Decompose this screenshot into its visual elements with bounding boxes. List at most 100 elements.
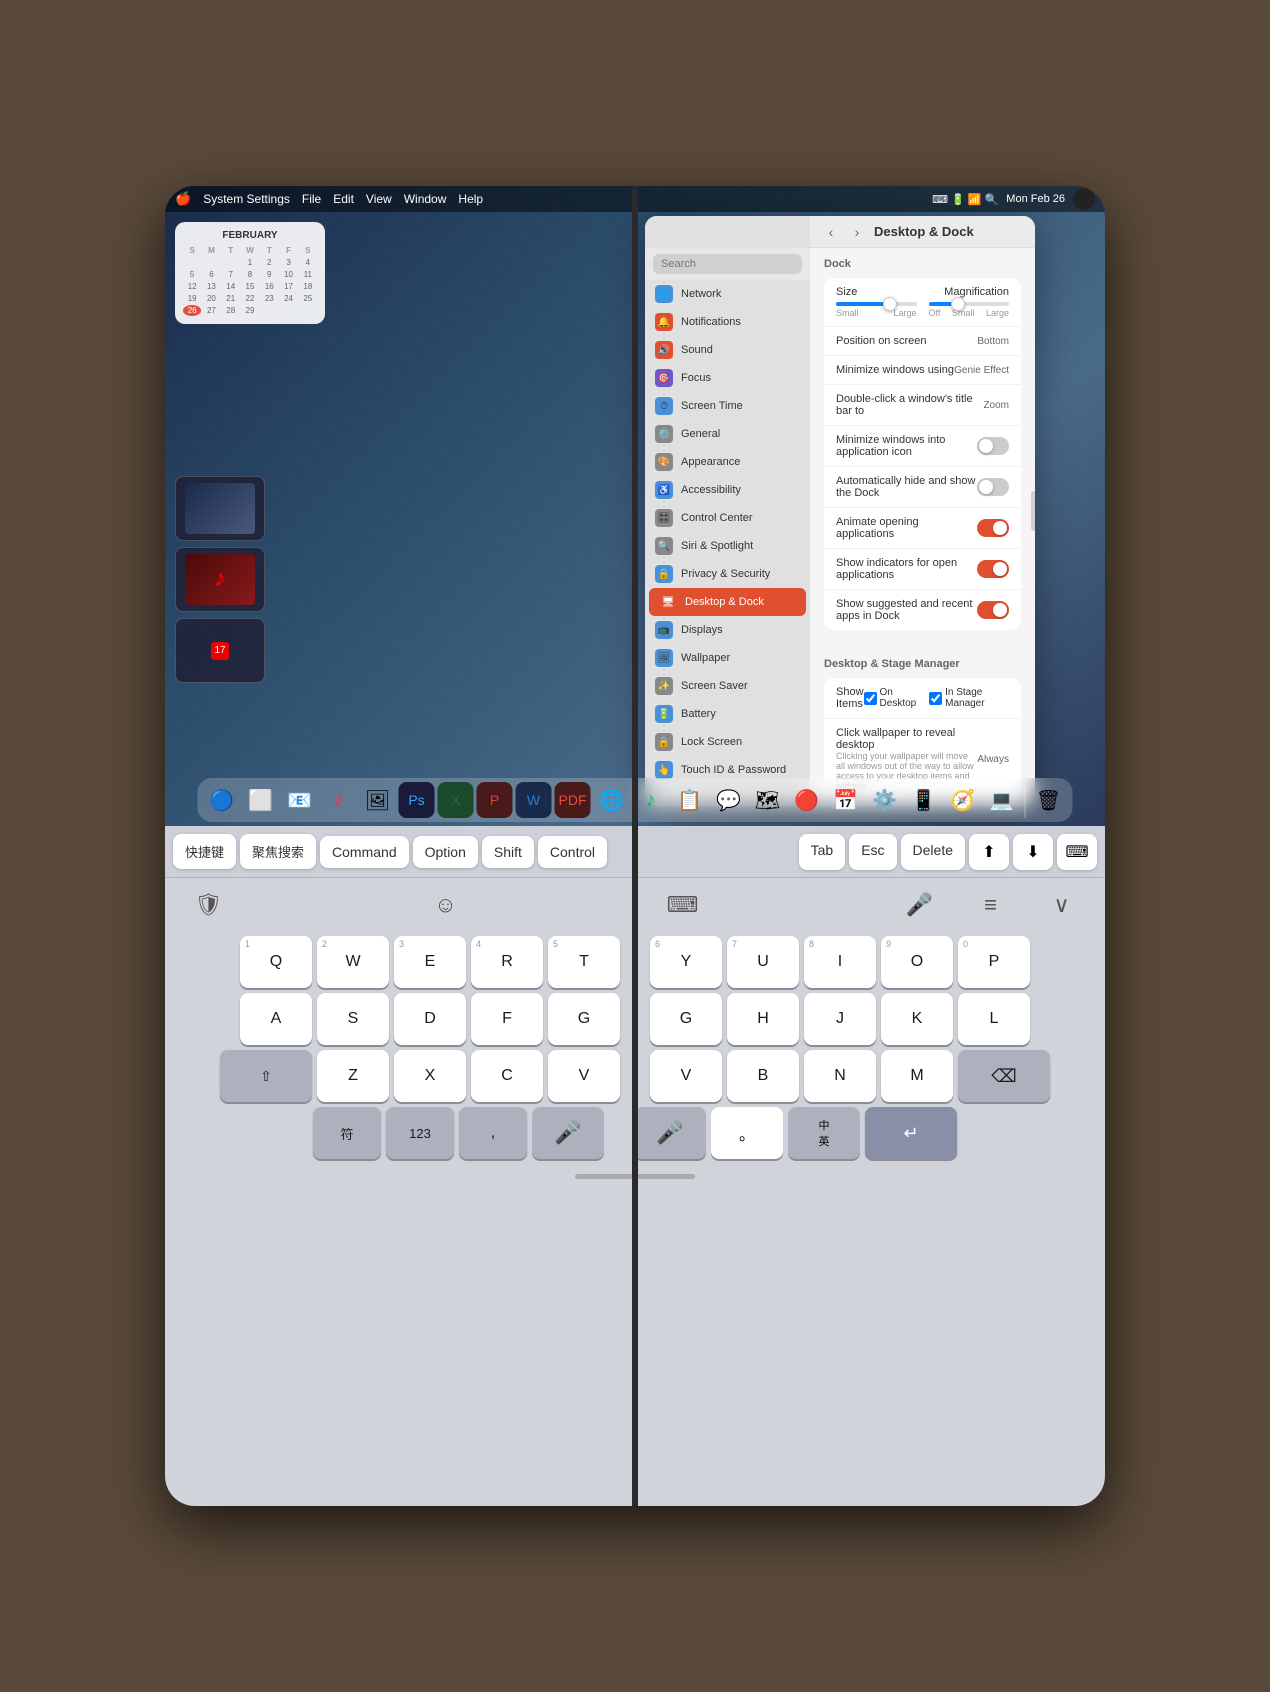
sidebar-item-screensaver[interactable]: ✨ Screen Saver — [645, 672, 810, 700]
mic-func-key[interactable]: 🎤 — [892, 882, 947, 928]
key-l[interactable]: L — [958, 993, 1030, 1045]
key-j[interactable]: J — [804, 993, 876, 1045]
toolbar-delete[interactable]: Delete — [901, 834, 965, 870]
dock-appstore[interactable]: 📱 — [906, 782, 942, 818]
menubar-edit[interactable]: Edit — [333, 192, 354, 206]
sidebar-item-notifications[interactable]: 🔔 Notifications — [645, 308, 810, 336]
dock-pdf[interactable]: PDF — [555, 782, 591, 818]
clickwallpaper-value[interactable]: Always — [977, 754, 1009, 765]
dock-music[interactable]: ♪ — [321, 782, 357, 818]
sidebar-item-battery[interactable]: 🔋 Battery — [645, 700, 810, 728]
key-f[interactable]: F — [471, 993, 543, 1045]
doubleclick-row[interactable]: Double-click a window's title bar to Zoo… — [824, 385, 1021, 426]
ondesktop-checkbox-label[interactable]: On Desktop — [864, 687, 922, 709]
key-u[interactable]: 7U — [727, 936, 799, 988]
toolbar-down-arrow[interactable]: ⬇ — [1013, 834, 1053, 870]
toolbar-command[interactable]: Command — [320, 836, 409, 868]
ondesktop-checkbox[interactable] — [864, 692, 877, 705]
dock-finder[interactable]: 🔵 — [204, 782, 240, 818]
dock-launchpad[interactable]: ⬜ — [243, 782, 279, 818]
key-mic-left[interactable]: 🎤 — [532, 1107, 604, 1159]
key-z[interactable]: Z — [317, 1050, 389, 1102]
dock-trash[interactable]: 🗑 — [1031, 782, 1067, 818]
apple-menu[interactable]: 🍎 — [175, 191, 191, 207]
key-q[interactable]: 1Q — [240, 936, 312, 988]
sidebar-item-general[interactable]: ⚙️ General — [645, 420, 810, 448]
dock-notes2[interactable]: 💻 — [984, 782, 1020, 818]
mag-slider-track[interactable] — [929, 302, 1010, 306]
size-slider-thumb[interactable] — [883, 297, 897, 311]
key-h[interactable]: H — [727, 993, 799, 1045]
key-g2[interactable]: G — [650, 993, 722, 1045]
dock-wechat[interactable]: 💬 — [711, 782, 747, 818]
key-shift[interactable]: ⇧ — [220, 1050, 312, 1102]
key-d[interactable]: D — [394, 993, 466, 1045]
sidebar-item-wallpaper[interactable]: 🖼 Wallpaper — [645, 644, 810, 672]
toolbar-option[interactable]: Option — [413, 836, 478, 868]
dock-word[interactable]: W — [516, 782, 552, 818]
key-i[interactable]: 8I — [804, 936, 876, 988]
dock-excel[interactable]: X — [438, 782, 474, 818]
dock-safari[interactable]: 🧭 — [945, 782, 981, 818]
sidebar-item-controlcenter[interactable]: 🎛 Control Center — [645, 504, 810, 532]
menubar-app-name[interactable]: System Settings — [203, 192, 290, 206]
dock-settings[interactable]: ⚙️ — [867, 782, 903, 818]
menubar-view[interactable]: View — [366, 192, 392, 206]
key-r[interactable]: 4R — [471, 936, 543, 988]
keyboard-key[interactable]: ⌨ — [655, 882, 710, 928]
sidebar-search[interactable] — [645, 248, 810, 280]
sidebar-item-screentime[interactable]: ⏱ Screen Time — [645, 392, 810, 420]
indicators-toggle[interactable] — [977, 560, 1009, 578]
key-chinese[interactable]: 中英 — [788, 1107, 860, 1159]
dock-ppt[interactable]: P — [477, 782, 513, 818]
key-e[interactable]: 3E — [394, 936, 466, 988]
chevron-down-key[interactable]: ∨ — [1034, 882, 1089, 928]
key-b[interactable]: B — [727, 1050, 799, 1102]
key-k[interactable]: K — [881, 993, 953, 1045]
dock-mail[interactable]: 📧 — [282, 782, 318, 818]
menubar-help[interactable]: Help — [458, 192, 483, 206]
dock-photos[interactable]: 🖼 — [360, 782, 396, 818]
autohide-toggle[interactable] — [977, 478, 1009, 496]
key-w[interactable]: 2W — [317, 936, 389, 988]
toolbar-esc[interactable]: Esc — [849, 834, 896, 870]
minimize-row[interactable]: Minimize windows using Genie Effect — [824, 356, 1021, 385]
sidebar-item-network[interactable]: 🌐 Network — [645, 280, 810, 308]
toolbar-spotlight[interactable]: 聚焦搜索 — [240, 834, 316, 869]
instagemanager-checkbox-label[interactable]: In Stage Manager — [929, 687, 1009, 709]
position-row[interactable]: Position on screen Bottom — [824, 327, 1021, 356]
key-v2[interactable]: V — [650, 1050, 722, 1102]
sidebar-item-siri[interactable]: 🔍 Siri & Spotlight — [645, 532, 810, 560]
size-slider-track[interactable] — [836, 302, 917, 306]
sidebar-item-accessibility[interactable]: ♿ Accessibility — [645, 476, 810, 504]
showrecent-toggle[interactable] — [977, 601, 1009, 619]
key-y[interactable]: 6Y — [650, 936, 722, 988]
key-comma[interactable]: , — [459, 1107, 527, 1159]
user-avatar[interactable] — [1073, 188, 1095, 210]
key-backspace[interactable]: ⌫ — [958, 1050, 1050, 1102]
key-c[interactable]: C — [471, 1050, 543, 1102]
nav-forward[interactable]: › — [848, 223, 866, 241]
menubar-file[interactable]: File — [302, 192, 321, 206]
sidebar-item-privacy[interactable]: 🔒 Privacy & Security — [645, 560, 810, 588]
key-s[interactable]: S — [317, 993, 389, 1045]
search-input[interactable] — [653, 254, 802, 274]
mag-slider-thumb[interactable] — [951, 297, 965, 311]
key-n[interactable]: N — [804, 1050, 876, 1102]
key-x[interactable]: X — [394, 1050, 466, 1102]
key-123[interactable]: 123 — [386, 1107, 454, 1159]
toolbar-keyboard-hide[interactable]: ⌨ — [1057, 834, 1097, 870]
sidebar-item-appearance[interactable]: 🎨 Appearance — [645, 448, 810, 476]
key-return[interactable]: ↵ — [865, 1107, 957, 1159]
key-m[interactable]: M — [881, 1050, 953, 1102]
app-thumb-1[interactable] — [175, 476, 265, 541]
dock-notes[interactable]: 📋 — [672, 782, 708, 818]
menubar-window[interactable]: Window — [404, 192, 447, 206]
key-mic-right[interactable]: 🎤 — [634, 1107, 706, 1159]
key-t[interactable]: 5T — [548, 936, 620, 988]
key-g1[interactable]: G — [548, 993, 620, 1045]
sidebar-item-displays[interactable]: 📺 Displays — [645, 616, 810, 644]
dock-chrome[interactable]: 🌐 — [594, 782, 630, 818]
toolbar-shortcuts[interactable]: 快捷键 — [173, 834, 236, 869]
toolbar-shift[interactable]: Shift — [482, 836, 534, 868]
